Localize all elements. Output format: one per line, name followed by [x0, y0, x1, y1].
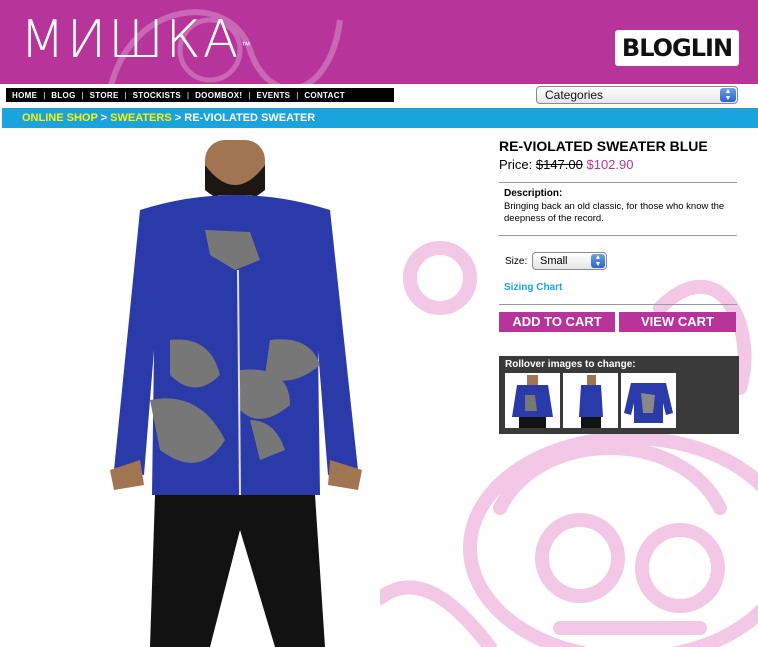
old-price: $147.00 [535, 157, 583, 172]
thumbnail-flat-image [624, 383, 673, 423]
nav-item-events[interactable]: EVENTS [256, 91, 290, 100]
nav-separator: | [187, 90, 190, 100]
divider [499, 235, 737, 236]
product-main-image[interactable] [100, 140, 370, 647]
logo-trademark: ™ [241, 41, 251, 51]
description-text: Bringing back an old classic, for those … [504, 201, 725, 224]
categories-selected-label: Categories [545, 88, 604, 102]
categories-select[interactable]: Categories ▲ ▼ [536, 86, 738, 104]
nav-separator: | [296, 90, 299, 100]
breadcrumb-current: RE-VIOLATED SWEATER [184, 112, 316, 124]
rollover-label: Rollover images to change: [505, 359, 636, 370]
add-to-cart-button[interactable]: ADD TO CART [499, 312, 615, 332]
nav-item-blog[interactable]: BLOG [51, 91, 75, 100]
bloglin-label: BLOGLIN [621, 34, 733, 62]
nav-separator: | [81, 90, 84, 100]
description-label: Description: [504, 188, 563, 199]
main-nav: HOME | BLOG | STORE | STOCKISTS | DOOMBOX! | EVENT… [6, 88, 394, 102]
breadcrumb: ONLINE SHOP > SWEATERS > RE-VIOLATED SWE… [2, 108, 758, 128]
logo-text: МИШКА [20, 10, 241, 70]
price-label: Price: [499, 157, 533, 172]
rollover-gallery: Rollover images to change: [499, 356, 739, 434]
nav-separator: | [248, 90, 251, 100]
site-logo[interactable]: МИШКА ™ [20, 10, 250, 70]
size-label: Size: [505, 256, 528, 267]
nav-separator: | [124, 90, 127, 100]
breadcrumb-separator: > [174, 112, 182, 124]
breadcrumb-separator: > [100, 112, 108, 124]
bloglin-badge[interactable]: BLOGLIN [615, 30, 739, 66]
nav-item-contact[interactable]: CONTACT [304, 91, 345, 100]
divider [499, 304, 737, 305]
product-price: Price: $147.00 $102.90 [499, 157, 633, 172]
thumbnail-flat[interactable] [621, 373, 676, 428]
site-header: МИШКА ™ BLOGLIN [0, 0, 758, 84]
sale-price: $102.90 [586, 157, 634, 172]
sizing-chart-link[interactable]: Sizing Chart [504, 282, 562, 293]
view-cart-button[interactable]: VIEW CART [619, 312, 736, 332]
thumbnail-front-image [512, 375, 553, 428]
size-selected-label: Small [540, 255, 568, 267]
nav-item-stockists[interactable]: STOCKISTS [133, 91, 181, 100]
thumbnail-side-image [579, 375, 603, 428]
nav-item-store[interactable]: STORE [90, 91, 119, 100]
select-arrows-icon: ▲ ▼ [720, 88, 736, 102]
thumbnail-side[interactable] [563, 373, 618, 428]
thumbnail-front[interactable] [505, 373, 560, 428]
nav-separator: | [43, 90, 46, 100]
breadcrumb-sweaters[interactable]: SWEATERS [110, 112, 172, 124]
divider [499, 182, 737, 183]
nav-item-home[interactable]: HOME [12, 91, 37, 100]
select-arrows-icon: ▲ ▼ [591, 254, 605, 268]
breadcrumb-online-shop[interactable]: ONLINE SHOP [22, 112, 98, 124]
product-title: RE-VIOLATED SWEATER BLUE [499, 138, 708, 154]
nav-item-doombox[interactable]: DOOMBOX! [195, 91, 242, 100]
size-select[interactable]: Small ▲ ▼ [532, 252, 607, 270]
